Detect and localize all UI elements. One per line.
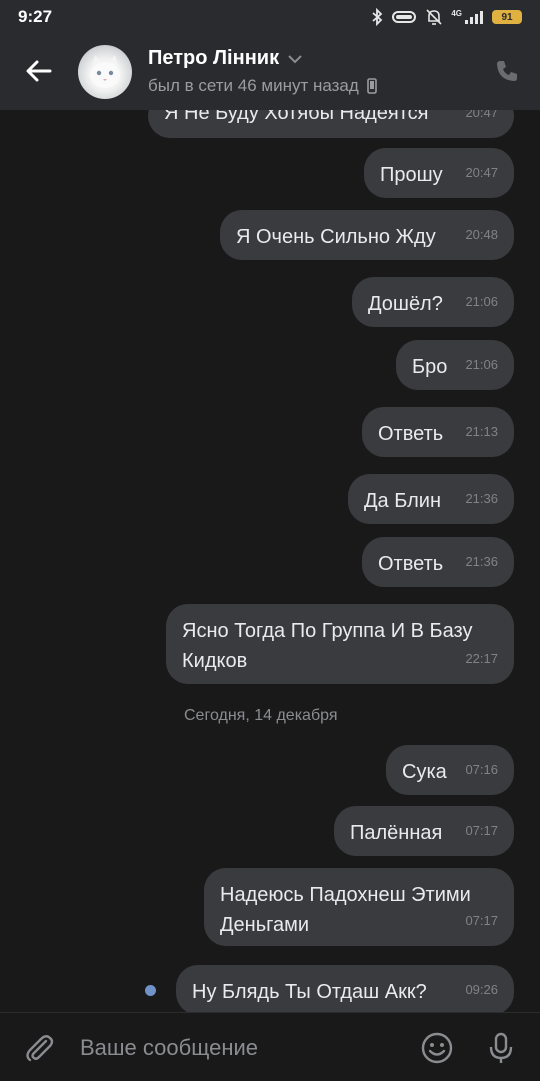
- message-text: Надеюсь Падохнеш Этими Деньгами: [220, 884, 471, 936]
- message-time: 07:17: [465, 913, 498, 928]
- last-seen: был в сети 46 минут назад: [148, 76, 377, 96]
- battery-indicator: 91: [492, 10, 522, 24]
- message-bubble[interactable]: Сука 07:16: [386, 745, 514, 795]
- status-time: 9:27: [18, 7, 53, 26]
- message-text: Да Блин: [364, 490, 442, 512]
- message-time: 07:17: [465, 823, 498, 838]
- signal-icon: [465, 11, 483, 24]
- message-bubble[interactable]: Ответь 21:13: [362, 407, 514, 457]
- message-text: Ответь: [378, 423, 444, 445]
- message-text: Ясно Тогда По Группа И В Базу Кидков: [182, 620, 473, 672]
- network-type: 4G: [451, 8, 462, 18]
- status-bar: 9:27 4G 91: [0, 0, 540, 34]
- message-time: 21:36: [465, 554, 498, 569]
- contact-name[interactable]: Петро Лінник: [148, 47, 303, 70]
- message-bubble[interactable]: Палённая 07:17: [334, 806, 514, 856]
- message-time: 07:16: [465, 762, 498, 777]
- contact-name-text: Петро Лінник: [148, 47, 280, 69]
- chevron-down-icon[interactable]: [287, 54, 303, 64]
- vibrate-icon: [392, 11, 417, 23]
- chat-header: Петро Лінник был в сети 46 минут назад: [0, 34, 540, 110]
- avatar[interactable]: [78, 45, 132, 99]
- message-bubble[interactable]: Ясно Тогда По Группа И В Базу Кидков 22:…: [166, 604, 514, 684]
- mute-bell-icon: [426, 9, 442, 25]
- message-bubble[interactable]: Ну Блядь Ты Отдаш Акк? 09:26: [176, 965, 514, 1012]
- message-time: 21:06: [465, 294, 498, 309]
- message-text: Я Не Буду Хотябы Надеятся: [164, 110, 429, 124]
- message-composer: Ваше сообщение: [0, 1012, 540, 1081]
- mobile-phone-icon: [366, 78, 377, 94]
- message-bubble[interactable]: Бро 21:06: [396, 340, 514, 390]
- microphone-icon[interactable]: [484, 1031, 518, 1065]
- message-text: Я Очень Сильно Жду: [236, 226, 436, 248]
- emoji-icon[interactable]: [420, 1031, 454, 1065]
- message-bubble[interactable]: Прошу 20:47: [364, 148, 514, 198]
- message-text: Прошу: [380, 164, 443, 186]
- message-text: Палённая: [350, 822, 443, 844]
- kitten-avatar-image: [90, 55, 120, 88]
- message-bubble[interactable]: Надеюсь Падохнеш Этими Деньгами 07:17: [204, 868, 514, 946]
- message-time: 20:48: [465, 227, 498, 242]
- message-text: Бро: [412, 356, 448, 378]
- message-input[interactable]: Ваше сообщение: [80, 1035, 258, 1061]
- message-time: 22:17: [465, 651, 498, 666]
- message-time: 20:47: [465, 165, 498, 180]
- paperclip-icon[interactable]: [22, 1031, 56, 1065]
- bluetooth-icon: [372, 8, 383, 26]
- message-text: Сука: [402, 761, 447, 783]
- date-separator: Сегодня, 14 декабря: [184, 707, 338, 724]
- last-seen-text: был в сети 46 минут назад: [148, 76, 359, 95]
- message-time: 20:47: [465, 110, 498, 120]
- status-icons: 4G 91: [371, 8, 522, 26]
- message-bubble[interactable]: Я Не Буду Хотябы Надеятся 20:47: [148, 110, 514, 138]
- message-time: 21:13: [465, 424, 498, 439]
- phone-call-icon[interactable]: [494, 58, 520, 84]
- message-bubble[interactable]: Я Очень Сильно Жду 20:48: [220, 210, 514, 260]
- message-text: Дошёл?: [368, 293, 443, 315]
- message-bubble[interactable]: Да Блин 21:36: [348, 474, 514, 524]
- message-list[interactable]: Я Не Буду Хотябы Надеятся 20:47 Прошу 20…: [0, 110, 540, 1012]
- message-time: 21:06: [465, 357, 498, 372]
- back-arrow-icon[interactable]: [22, 54, 56, 88]
- message-text: Ну Блядь Ты Отдаш Акк?: [192, 981, 427, 1003]
- message-text: Ответь: [378, 553, 444, 575]
- message-bubble[interactable]: Дошёл? 21:06: [352, 277, 514, 327]
- top-panel: 9:27 4G 91 Петро Лінник был в сети 46 ми…: [0, 0, 540, 110]
- message-time: 09:26: [465, 982, 498, 997]
- message-time: 21:36: [465, 491, 498, 506]
- unread-indicator: [145, 985, 156, 996]
- message-bubble[interactable]: Ответь 21:36: [362, 537, 514, 587]
